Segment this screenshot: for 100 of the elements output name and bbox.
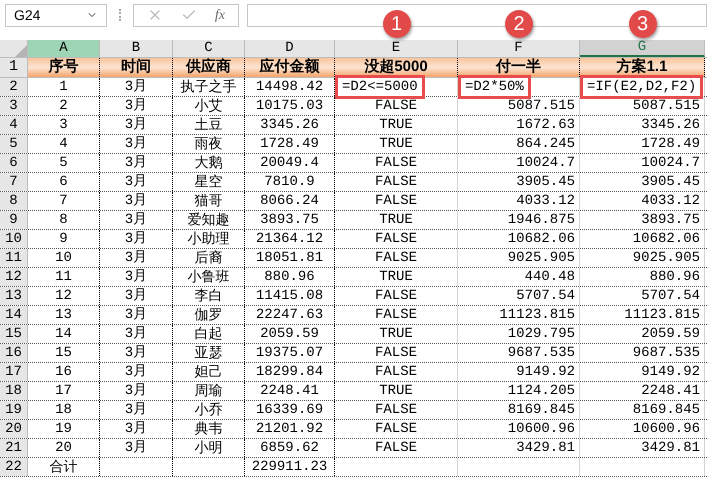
table-cell-text: 2248.41 [260,382,319,400]
column-header[interactable]: E [335,40,458,57]
table-cell-text: TRUE [379,134,413,154]
row-header[interactable]: 5 [0,135,28,153]
row-header[interactable]: 16 [0,344,28,362]
table-cell-text: 2059.59 [260,324,319,344]
separator-icon [119,9,121,21]
table-cell-text: 10175.03 [256,96,324,116]
table-cell-text: 3345.26 [260,116,319,134]
row-header[interactable]: 6 [0,154,28,172]
table-cell-text: 1124.205 [508,382,575,400]
row-header[interactable]: 1 [0,58,28,77]
table-cell-text: 10024.7 [641,154,700,172]
row-header[interactable]: 13 [0,287,28,305]
select-all-corner[interactable] [0,40,28,57]
table-cell-text: 1946.875 [508,210,575,230]
table-cell-text: FALSE [374,306,417,324]
column-header[interactable]: A [28,40,100,57]
table-cell-text: 8066.24 [260,192,319,210]
table-cell-text: 5087.515 [508,96,575,116]
table-cell-text: 880.96 [650,268,700,286]
column-title: 供应商 [173,58,245,77]
table-cell-text: 10024.7 [516,154,575,172]
table-cell-text: 3月 [124,248,148,268]
row-header[interactable]: 21 [0,439,28,457]
row-header[interactable]: 15 [0,325,28,343]
table-cell-text: 8169.845 [508,400,575,420]
table-cell-text: 3905.45 [641,172,700,192]
table-cell-text: 16 [55,362,72,382]
table-cell-text: 3345.26 [641,116,700,134]
table-cell-text: FALSE [374,96,417,116]
table-cell-text: 864.245 [516,134,575,154]
row-header[interactable]: 7 [0,173,28,191]
column-header[interactable]: B [100,40,173,57]
row-header[interactable]: 17 [0,363,28,381]
table-cell-text: 猫哥 [194,192,222,210]
table-cell-text: 21201.92 [256,420,324,438]
table-cell-text: 3893.75 [260,210,319,230]
row-header[interactable]: 14 [0,306,28,324]
table-cell-text: 4033.12 [641,192,700,210]
row-header[interactable]: 2 [0,78,28,96]
table-cell-text: 5087.515 [632,96,700,116]
table-cell-text: 1029.795 [508,324,575,344]
column-header[interactable]: G [580,40,705,57]
table-cell-text: 1 [59,78,68,96]
table-cell-text: 9 [59,230,68,248]
column-header[interactable]: F [458,40,580,57]
table-cell-text: 3月 [124,438,148,458]
row-header[interactable]: 18 [0,382,28,400]
table-cell-text: 3月 [124,420,148,438]
column-title: 没超5000 [335,58,458,77]
table-cell-text: 小鲁班 [188,268,230,286]
row-header[interactable]: 11 [0,249,28,267]
table-cell-text: 白起 [194,324,222,344]
row-header[interactable]: 9 [0,211,28,229]
table-cell-text: 大鹅 [194,154,222,172]
table-cell-text: 20 [55,438,72,458]
table-cell-text: 10682.06 [632,230,700,248]
table-cell-text: 爱知趣 [188,210,230,230]
table-cell-text: 3月 [124,192,148,210]
row-header[interactable]: 8 [0,192,28,210]
table-cell-text: 21364.12 [256,230,324,248]
table-cell-text: 440.48 [524,268,575,286]
row-header[interactable]: 22 [0,458,28,476]
table-cell-text: 5707.54 [641,286,700,306]
row-header[interactable]: 4 [0,116,28,134]
table-cell-text: 14498.42 [256,78,324,96]
table-cell-text: 3月 [124,172,148,192]
column-header[interactable]: D [245,40,335,57]
table-cell-text: 1728.49 [260,134,319,154]
table-cell-text: 10 [55,248,72,268]
row-header[interactable]: 20 [0,420,28,438]
table-cell-text: 伽罗 [194,306,222,324]
table-cell-text: 4033.12 [516,192,575,210]
row-header[interactable]: 3 [0,97,28,115]
table-cell-text: 3月 [124,362,148,382]
table-cell-text: 后裔 [194,248,222,268]
table-cell-text: 土豆 [194,116,222,134]
table-cell-text: 3月 [124,134,148,154]
table-cell-text: 2059.59 [641,324,700,344]
column-header[interactable]: C [173,40,245,57]
table-cell-text: 14 [55,324,72,344]
insert-function-button[interactable]: fx [214,4,225,26]
table-cell-text: 11415.08 [256,286,324,306]
row-header[interactable]: 12 [0,268,28,286]
row-header[interactable]: 19 [0,401,28,419]
table-cell-text: 5707.54 [516,286,575,306]
table-cell-text: 18299.84 [256,362,324,382]
table-cell-text: 3月 [124,286,148,306]
table-cell-text: TRUE [379,324,413,344]
table-cell-text: 18 [55,400,72,420]
table-cell-text: 3月 [124,78,148,96]
table-cell-text: 11123.815 [499,306,575,324]
column-title: 时间 [100,58,173,77]
table-cell-text: FALSE [374,362,417,382]
name-box[interactable]: G24 [5,4,107,26]
table-cell-text: FALSE [374,154,417,172]
row-header[interactable]: 10 [0,230,28,248]
table-cell-text: 8169.845 [632,400,700,420]
table-cell-text: 3月 [124,154,148,172]
